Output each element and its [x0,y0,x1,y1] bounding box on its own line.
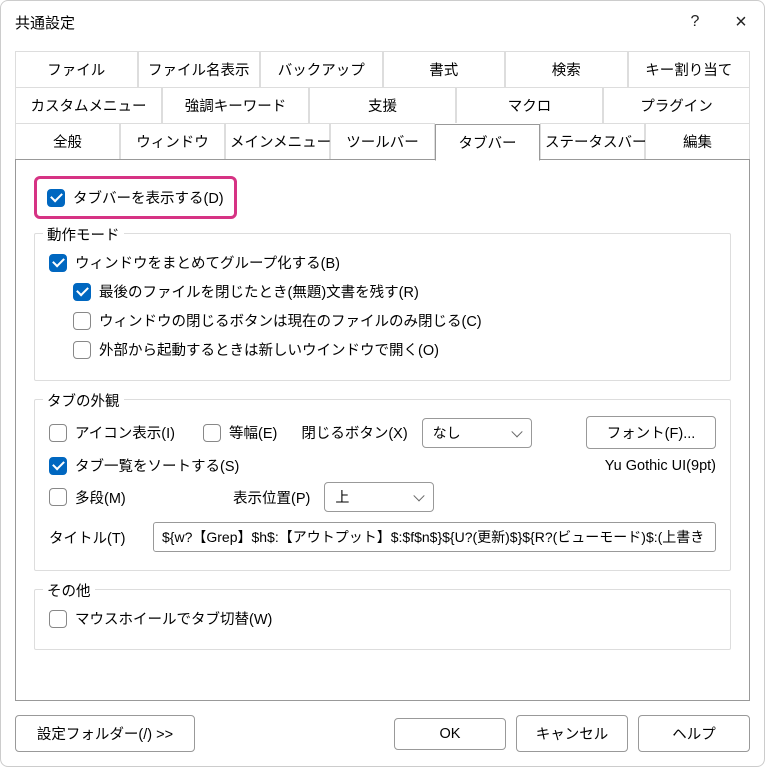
tabstrip: ファイル ファイル名表示 バックアップ 書式 検索 キー割り当て カスタムメニュ… [15,51,750,160]
close-button-label: 閉じるボタン(X) [301,422,407,443]
close-icon[interactable]: × [718,1,764,43]
checkbox-icon [47,189,65,207]
other-group: その他 マウスホイールでタブ切替(W) [34,589,731,650]
dialog-footer: 設定フォルダー(/) >> OK キャンセル ヘルプ [1,701,764,766]
tab-mainmenu[interactable]: メインメニュー [225,123,330,160]
tab-filename[interactable]: ファイル名表示 [138,51,261,87]
wheel-switch-label: マウスホイールでタブ切替(W) [75,608,272,629]
checkbox-icon [49,610,67,628]
show-tabbar-label: タブバーを表示する(D) [73,187,224,208]
tab-keybind[interactable]: キー割り当て [628,51,751,87]
show-tabbar-checkbox[interactable]: タブバーを表示する(D) [47,185,224,210]
keep-untitled-label: 最後のファイルを閉じたとき(無題)文書を残す(R) [99,281,419,302]
position-label: 表示位置(P) [233,487,310,508]
ok-button[interactable]: OK [394,718,506,750]
other-title: その他 [43,580,95,601]
tab-tabbar[interactable]: タブバー [435,124,540,161]
open-new-window-label: 外部から起動するときは新しいウインドウで開く(O) [99,339,439,360]
equal-width-label: 等幅(E) [229,422,277,443]
checkbox-icon [49,254,67,272]
tab-keywords[interactable]: 強調キーワード [162,87,309,123]
sort-tabs-label: タブ一覧をソートする(S) [75,455,239,476]
tab-macro[interactable]: マクロ [456,87,603,123]
tab-support[interactable]: 支援 [309,87,456,123]
wheel-switch-checkbox[interactable]: マウスホイールでタブ切替(W) [49,606,272,631]
group-windows-checkbox[interactable]: ウィンドウをまとめてグループ化する(B) [49,250,340,275]
tab-edit[interactable]: 編集 [645,123,750,160]
tabbar-panel: タブバーを表示する(D) 動作モード ウィンドウをまとめてグループ化する(B) … [15,159,750,701]
checkbox-icon [73,341,91,359]
tab-backup[interactable]: バックアップ [260,51,383,87]
checkbox-icon [73,283,91,301]
behavior-title: 動作モード [43,224,124,245]
font-display: Yu Gothic UI(9pt) [605,458,716,474]
font-button[interactable]: フォント(F)... [586,416,716,449]
sort-tabs-checkbox[interactable]: タブ一覧をソートする(S) [49,453,239,478]
equal-width-checkbox[interactable]: 等幅(E) [203,420,277,445]
tab-format[interactable]: 書式 [383,51,506,87]
close-current-checkbox[interactable]: ウィンドウの閉じるボタンは現在のファイルのみ閉じる(C) [73,308,482,333]
help-button[interactable]: ヘルプ [638,715,750,752]
keep-untitled-checkbox[interactable]: 最後のファイルを閉じたとき(無題)文書を残す(R) [73,279,419,304]
tab-toolbar[interactable]: ツールバー [330,123,435,160]
tab-search[interactable]: 検索 [505,51,628,87]
show-tabbar-highlight: タブバーを表示する(D) [34,176,237,219]
titlebar: 共通設定 ? × [1,1,764,43]
appearance-title: タブの外観 [43,390,124,411]
tab-file[interactable]: ファイル [15,51,138,87]
title-input[interactable]: ${w?【Grep】$h$:【アウトプット】$:$f$n$}${U?(更新)$}… [153,522,716,552]
show-icon-checkbox[interactable]: アイコン表示(I) [49,420,189,445]
checkbox-icon [73,312,91,330]
settings-folder-button[interactable]: 設定フォルダー(/) >> [15,715,195,752]
cancel-button[interactable]: キャンセル [516,715,628,752]
title-label: タイトル(T) [49,527,139,548]
dialog-content: ファイル ファイル名表示 バックアップ 書式 検索 キー割り当て カスタムメニュ… [1,43,764,701]
tab-plugin[interactable]: プラグイン [603,87,750,123]
behavior-group: 動作モード ウィンドウをまとめてグループ化する(B) 最後のファイルを閉じたとき… [34,233,731,381]
multirow-label: 多段(M) [75,487,126,508]
show-icon-label: アイコン表示(I) [75,422,175,443]
checkbox-icon [49,488,67,506]
appearance-group: タブの外観 アイコン表示(I) 等幅(E) 閉じるボタン(X) なし [34,399,731,571]
position-select[interactable]: 上 [324,482,434,512]
close-current-label: ウィンドウの閉じるボタンは現在のファイルのみ閉じる(C) [99,310,482,331]
tab-statusbar[interactable]: ステータスバー [540,123,645,160]
tab-general[interactable]: 全般 [15,123,120,160]
tab-custommenu[interactable]: カスタムメニュー [15,87,162,123]
help-icon[interactable]: ? [672,1,718,43]
close-button-select[interactable]: なし [422,418,532,448]
dialog-title: 共通設定 [15,12,672,33]
multirow-checkbox[interactable]: 多段(M) [49,485,189,510]
common-settings-dialog: 共通設定 ? × ファイル ファイル名表示 バックアップ 書式 検索 キー割り当… [0,0,765,767]
open-new-window-checkbox[interactable]: 外部から起動するときは新しいウインドウで開く(O) [73,337,439,362]
group-windows-label: ウィンドウをまとめてグループ化する(B) [75,252,340,273]
checkbox-icon [49,457,67,475]
tab-window[interactable]: ウィンドウ [120,123,225,160]
checkbox-icon [49,424,67,442]
checkbox-icon [203,424,221,442]
